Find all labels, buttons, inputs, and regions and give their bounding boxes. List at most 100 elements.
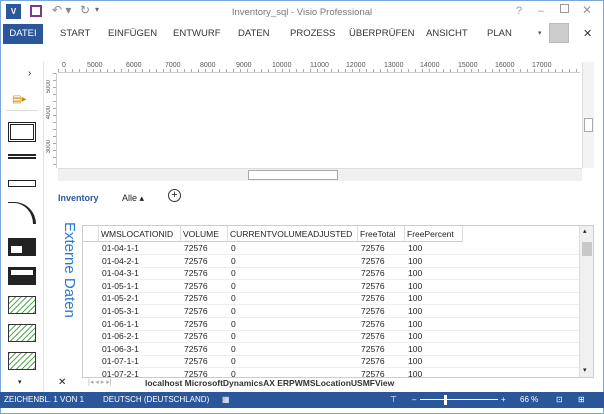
add-page-icon[interactable]: + xyxy=(168,189,181,202)
ruler-tick: 17000 xyxy=(532,62,552,69)
close-icon[interactable]: ✕ xyxy=(582,3,592,17)
table-cell: 01-05-1-1 xyxy=(99,280,181,293)
shape-l-space[interactable] xyxy=(8,324,36,342)
tab-plan[interactable]: PLAN xyxy=(487,28,512,39)
table-row[interactable]: 01-07-1-1 72576 0 72576 100 xyxy=(83,355,585,369)
table-row[interactable]: 01-04-1-1 72576 0 72576 100 xyxy=(83,242,585,255)
window-title: Inventory_sql - Visio Professional xyxy=(231,7,373,18)
shape-window[interactable] xyxy=(8,180,36,187)
external-data-grid[interactable]: WMSLOCATIONID VOLUME CURRENTVOLUMEADJUSTED… xyxy=(82,225,594,378)
tab-ansicht[interactable]: ANSICHT xyxy=(426,28,468,39)
tab-einfuegen[interactable]: EINFÜGEN xyxy=(108,28,157,39)
scroll-down-icon[interactable]: ▾ xyxy=(18,378,22,386)
tab-datei[interactable]: DATEI xyxy=(3,24,43,44)
table-row[interactable]: 01-06-2-1 72576 0 72576 100 xyxy=(83,330,585,344)
table-cell: 100 xyxy=(405,242,585,255)
scroll-up-icon[interactable]: ▴ xyxy=(583,227,587,235)
grid-corner[interactable] xyxy=(83,226,99,242)
more-shapes-icon[interactable]: ▤▸ xyxy=(12,94,26,105)
column-header[interactable]: FreePercent xyxy=(405,226,463,242)
fit-page-icon[interactable]: ⊡ xyxy=(556,392,563,408)
horizontal-scrollbar[interactable] xyxy=(58,168,582,181)
scroll-thumb[interactable] xyxy=(582,242,592,256)
macro-icon[interactable]: ▦ xyxy=(222,392,230,408)
table-cell: 72576 xyxy=(181,355,228,369)
tab-ueberpruefen[interactable]: ÜBERPRÜFEN xyxy=(349,28,414,39)
table-row[interactable]: 01-04-2-1 72576 0 72576 100 xyxy=(83,255,585,268)
ruler-tick: 13000 xyxy=(384,62,404,69)
help-icon[interactable]: ? xyxy=(516,5,522,17)
zoom-out-button[interactable]: – xyxy=(412,392,416,408)
page-tab-inventory[interactable]: Inventory xyxy=(58,193,99,203)
ruler-tick: 12000 xyxy=(346,62,366,69)
minimize-icon[interactable]: – xyxy=(538,5,544,17)
shape-space[interactable] xyxy=(8,296,36,314)
presentation-icon[interactable]: ⊤ xyxy=(390,392,397,408)
tab-start[interactable]: START xyxy=(60,28,90,39)
column-header[interactable]: VOLUME xyxy=(181,226,228,242)
ruler-tick: 4000 xyxy=(46,106,52,120)
table-cell: 0 xyxy=(228,242,358,255)
shape-t-space[interactable] xyxy=(8,352,36,370)
record-navigation-icon[interactable]: |◂ ◂ ▸ ▸| xyxy=(88,378,112,386)
table-row[interactable]: 01-05-1-1 72576 0 72576 100 xyxy=(83,280,585,293)
ruler-tick: 6000 xyxy=(126,62,142,69)
table-cell: 72576 xyxy=(358,355,405,369)
ruler-tick: 5000 xyxy=(46,80,52,94)
table-cell: 0 xyxy=(228,318,358,331)
shape-door[interactable] xyxy=(8,202,36,224)
zoom-in-button[interactable]: + xyxy=(501,392,506,408)
table-cell: 100 xyxy=(405,267,585,281)
tab-entwurf[interactable]: ENTWURF xyxy=(173,28,221,39)
external-data-footer: ✕ |◂ ◂ ▸ ▸| localhost MicrosoftDynamicsA… xyxy=(52,377,594,391)
zoom-slider[interactable] xyxy=(420,399,498,400)
ribbon-options-icon[interactable]: ▾ xyxy=(538,29,542,37)
page-indicator[interactable]: ZEICHENBL. 1 VON 1 xyxy=(4,392,84,408)
zoom-slider-thumb[interactable] xyxy=(444,395,447,405)
table-row[interactable]: 01-06-1-1 72576 0 72576 100 xyxy=(83,318,585,331)
table-row[interactable]: 01-06-3-1 72576 0 72576 100 xyxy=(83,343,585,356)
shape-t-room[interactable] xyxy=(8,267,36,285)
shape-room[interactable] xyxy=(8,122,36,142)
switch-windows-icon[interactable]: ⊞ xyxy=(578,392,585,408)
avatar[interactable] xyxy=(549,23,569,43)
close-document-icon[interactable]: ✕ xyxy=(583,27,592,40)
scroll-thumb[interactable] xyxy=(248,170,338,180)
table-cell: 72576 xyxy=(358,330,405,344)
table-cell: 72576 xyxy=(358,280,405,293)
scroll-thumb[interactable] xyxy=(584,118,593,132)
expand-shapes-icon[interactable]: › xyxy=(28,68,31,79)
all-pages-label: Alle xyxy=(122,193,138,203)
table-cell: 100 xyxy=(405,305,585,318)
column-header[interactable]: CURRENTVOLUMEADJUSTED xyxy=(228,226,358,242)
column-header[interactable]: FreeTotal xyxy=(358,226,405,242)
table-cell: 72576 xyxy=(358,305,405,318)
close-data-window-icon[interactable]: ✕ xyxy=(58,377,66,388)
table-cell: 72576 xyxy=(358,255,405,268)
table-row[interactable]: 01-05-2-1 72576 0 72576 100 xyxy=(83,292,585,306)
ruler-tick: 0 xyxy=(62,62,66,69)
language-indicator[interactable]: DEUTSCH (DEUTSCHLAND) xyxy=(103,392,209,408)
external-data-label: Externe Daten xyxy=(61,222,78,318)
table-cell: 01-04-1-1 xyxy=(99,242,181,255)
all-pages-button[interactable]: Alle ▴ xyxy=(122,193,144,204)
table-cell: 100 xyxy=(405,343,585,356)
table-row[interactable]: 01-04-3-1 72576 0 72576 100 xyxy=(83,267,585,281)
tab-daten[interactable]: DATEN xyxy=(238,28,270,39)
ruler-tick: 10000 xyxy=(272,62,292,69)
scroll-down-icon[interactable]: ▾ xyxy=(583,366,587,374)
shape-l-room[interactable] xyxy=(8,238,36,256)
table-cell: 100 xyxy=(405,330,585,344)
tab-prozess[interactable]: PROZESS xyxy=(290,28,335,39)
table-row[interactable]: 01-05-3-1 72576 0 72576 100 xyxy=(83,305,585,318)
grid-scrollbar[interactable]: ▴ ▾ xyxy=(579,226,593,377)
table-cell: 01-04-3-1 xyxy=(99,267,181,281)
shape-wall[interactable] xyxy=(8,154,36,159)
zoom-level[interactable]: 66 % xyxy=(520,392,538,408)
table-cell: 72576 xyxy=(358,242,405,255)
vertical-scrollbar[interactable] xyxy=(582,62,594,168)
data-source-tab[interactable]: localhost MicrosoftDynamicsAX ERPWMSLoca… xyxy=(145,378,394,388)
column-header[interactable]: WMSLOCATIONID xyxy=(99,226,181,242)
maximize-icon[interactable] xyxy=(560,4,569,13)
drawing-canvas[interactable] xyxy=(58,73,582,168)
